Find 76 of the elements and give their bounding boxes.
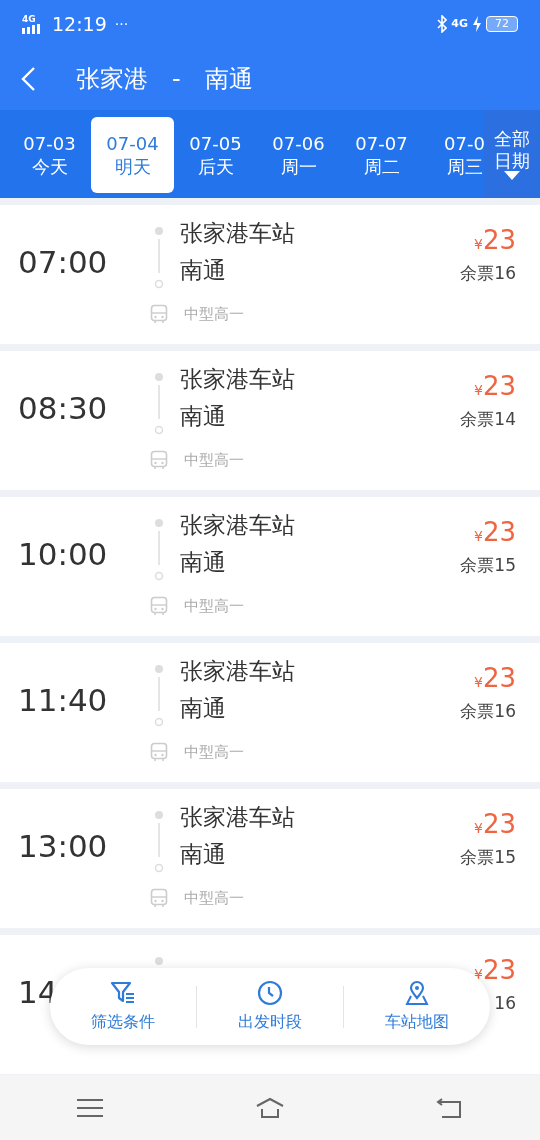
departure-time: 13:00 [18, 828, 108, 865]
destination-station: 南通 [180, 693, 227, 723]
ticket-price: 23 [482, 811, 516, 837]
currency-symbol: ¥ [474, 821, 483, 835]
origin-station: 张家港车站 [180, 219, 295, 248]
remaining-tickets: 余票16 [460, 700, 516, 723]
action-button[interactable]: 出发时段 [197, 979, 343, 1034]
departure-time: 11:40 [18, 682, 108, 719]
charging-icon [472, 15, 482, 33]
trip-card[interactable]: 11:40 张家港车站 南通 中型高一 ¥23 余票16 [0, 643, 540, 782]
dropdown-icon [504, 171, 520, 181]
clock-icon [257, 979, 283, 1006]
network-label: 4G [451, 15, 468, 32]
filter-icon [110, 979, 136, 1006]
bus-icon [150, 888, 168, 909]
date-tab[interactable]: 07-04 明天 [91, 117, 174, 193]
trip-card[interactable]: 13:00 张家港车站 南通 中型高一 ¥23 余票15 [0, 789, 540, 928]
all-dates-button[interactable]: 全部 日期 [484, 110, 540, 198]
currency-symbol: ¥ [474, 237, 483, 251]
destination-station: 南通 [180, 255, 227, 285]
origin-city: 张家港 [76, 64, 148, 95]
date-tab[interactable]: 07-0 周三 [423, 117, 484, 193]
date-tab[interactable]: 07-06 周一 [257, 117, 340, 193]
origin-station: 张家港车站 [180, 657, 295, 686]
destination-station: 南通 [180, 839, 227, 869]
menu-icon [76, 1097, 104, 1119]
more-dots: ··· [114, 14, 129, 34]
clock-time: 12:19 [52, 11, 107, 37]
date-tab[interactable]: 07-07 周二 [340, 117, 423, 193]
remaining-tickets: 余票14 [460, 408, 516, 431]
back-icon [20, 66, 36, 92]
trip-card[interactable]: 07:00 张家港车站 南通 中型高一 ¥23 余票16 [0, 205, 540, 344]
destination-station: 南通 [180, 547, 227, 577]
home-button[interactable] [256, 1095, 284, 1120]
ticket-price: 23 [482, 373, 516, 399]
remaining-tickets: 余票16 [460, 262, 516, 285]
map-pin-icon [404, 979, 430, 1006]
bus-type: 中型高一 [184, 742, 244, 763]
back-nav-button[interactable] [436, 1095, 464, 1120]
date-tab[interactable]: 07-03 今天 [8, 117, 91, 193]
origin-station: 张家港车站 [180, 511, 295, 540]
home-icon [256, 1097, 284, 1119]
bus-icon [150, 450, 168, 471]
trip-card[interactable]: 08:30 张家港车站 南通 中型高一 ¥23 余票14 [0, 351, 540, 490]
ticket-price: 23 [482, 227, 516, 253]
departure-time: 10:00 [18, 536, 108, 573]
network-label: 4G [22, 14, 36, 24]
origin-station: 张家港车站 [180, 803, 295, 832]
route-separator: - [172, 64, 181, 95]
date-tab[interactable]: 07-05 后天 [174, 117, 257, 193]
bus-icon [150, 596, 168, 617]
battery-label: 72 [486, 16, 518, 32]
bus-icon [150, 742, 168, 763]
remaining-tickets: 余票15 [460, 554, 516, 577]
bus-type: 中型高一 [184, 450, 244, 471]
bus-type: 中型高一 [184, 304, 244, 325]
return-icon [436, 1097, 464, 1119]
origin-station: 张家港车站 [180, 365, 295, 394]
destination-station: 南通 [180, 401, 227, 431]
bus-type: 中型高一 [184, 596, 244, 617]
remaining-tickets: 余票15 [460, 846, 516, 869]
ticket-price: 23 [482, 519, 516, 545]
destination-city: 南通 [204, 64, 253, 95]
trip-card[interactable]: 10:00 张家港车站 南通 中型高一 ¥23 余票15 [0, 497, 540, 636]
currency-symbol: ¥ [474, 967, 483, 981]
currency-symbol: ¥ [474, 529, 483, 543]
currency-symbol: ¥ [474, 383, 483, 397]
ticket-price: 23 [482, 665, 516, 691]
bus-type: 中型高一 [184, 888, 244, 909]
bluetooth-icon [437, 15, 448, 33]
back-button[interactable] [20, 66, 36, 92]
remaining-tickets: 16 [494, 992, 516, 1015]
departure-time: 08:30 [18, 390, 108, 427]
bus-icon [150, 304, 168, 325]
departure-time: 07:00 [18, 244, 108, 281]
currency-symbol: ¥ [474, 675, 483, 689]
